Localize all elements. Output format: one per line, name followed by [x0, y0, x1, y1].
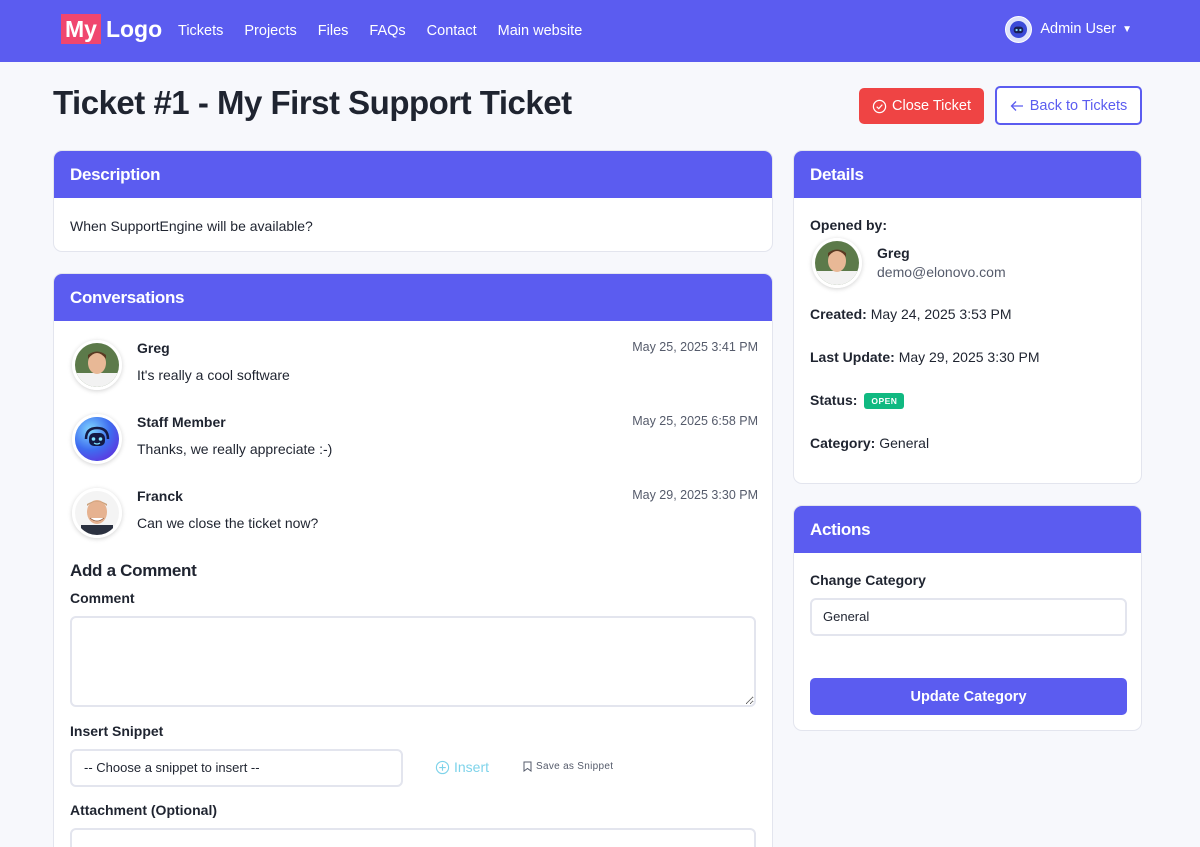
last-update-row: Last Update: May 29, 2025 3:30 PM — [810, 349, 1040, 365]
user-photo-icon — [75, 343, 119, 387]
support-bot-icon — [1010, 20, 1028, 38]
back-to-tickets-button[interactable]: Back to Tickets — [995, 86, 1142, 125]
status-badge: OPEN — [864, 393, 905, 410]
plus-circle-icon — [435, 760, 450, 774]
insert-snippet-button[interactable]: Insert — [435, 759, 489, 775]
close-ticket-button[interactable]: Close Ticket — [859, 88, 984, 124]
user-name: Admin User — [1040, 21, 1117, 37]
nav-link-files[interactable]: Files — [318, 23, 349, 39]
conversation-author: Staff Member — [137, 414, 226, 430]
conversation-author: Greg — [137, 340, 170, 356]
category-select[interactable]: General — [810, 598, 1127, 636]
last-update-label: Last Update: — [810, 349, 895, 365]
details-header: Details — [794, 151, 1141, 198]
category-label: Category: — [810, 435, 876, 451]
arrow-left-icon — [1010, 100, 1023, 111]
conversation-text: Can we close the ticket now? — [137, 515, 319, 531]
details-card: Details Opened by: Greg demo@elonovo.com… — [793, 150, 1142, 484]
conversation-item: Staff Member May 25, 2025 6:58 PM Thanks… — [54, 414, 772, 474]
created-value: May 24, 2025 3:53 PM — [870, 306, 1012, 322]
description-card: Description When SupportEngine will be a… — [53, 150, 773, 252]
insert-snippet-label: Insert Snippet — [70, 723, 164, 739]
description-header: Description — [54, 151, 772, 198]
attachment-label: Attachment (Optional) — [70, 802, 217, 818]
change-category-label: Change Category — [810, 572, 926, 588]
attachment-input[interactable] — [70, 828, 756, 847]
opener-name: Greg — [877, 245, 910, 261]
support-bot-icon — [75, 417, 119, 461]
status-row: Status: OPEN — [810, 392, 905, 410]
conversation-item: Greg May 25, 2025 3:41 PM It's really a … — [54, 340, 772, 400]
conversation-time: May 25, 2025 6:58 PM — [632, 414, 758, 428]
conversations-header: Conversations — [54, 274, 772, 321]
user-avatar — [1005, 15, 1033, 43]
nav-link-tickets[interactable]: Tickets — [178, 23, 223, 39]
opened-by-label: Opened by: — [810, 217, 888, 233]
insert-label: Insert — [454, 759, 490, 775]
conversations-card: Conversations Greg May 25, 2025 3:41 PM … — [53, 273, 773, 847]
category-row: Category: General — [810, 435, 929, 451]
logo-text: Logo — [105, 15, 163, 42]
page-title: Ticket #1 - My First Support Ticket — [53, 84, 572, 121]
snippet-select[interactable]: -- Choose a snippet to insert -- — [70, 749, 403, 787]
last-update-value: May 29, 2025 3:30 PM — [898, 349, 1040, 365]
save-as-snippet-label: Save as Snippet — [536, 761, 614, 772]
avatar — [72, 340, 122, 390]
created-row: Created: May 24, 2025 3:53 PM — [810, 306, 1012, 322]
user-photo-icon — [815, 241, 859, 285]
chevron-down-icon: ▼ — [1122, 23, 1132, 35]
back-to-tickets-label: Back to Tickets — [1029, 97, 1128, 114]
description-text: When SupportEngine will be available? — [70, 218, 313, 234]
actions-header: Actions — [794, 506, 1141, 553]
bookmark-icon — [523, 761, 532, 772]
conversation-text: It's really a cool software — [137, 367, 290, 383]
conversation-time: May 29, 2025 3:30 PM — [632, 488, 758, 502]
avatar — [72, 414, 122, 464]
nav-link-projects[interactable]: Projects — [244, 23, 296, 39]
save-as-snippet-button[interactable]: Save as Snippet — [523, 761, 613, 772]
navbar: My Logo Tickets Projects Files FAQs Cont… — [0, 0, 1200, 62]
actions-card: Actions Change Category General Update C… — [793, 505, 1142, 731]
conversation-author: Franck — [137, 488, 183, 504]
logo[interactable]: My Logo — [61, 14, 162, 44]
avatar — [72, 488, 122, 538]
avatar — [812, 238, 862, 288]
opener-email: demo@elonovo.com — [877, 264, 1006, 280]
status-label: Status: — [810, 392, 858, 408]
nav-link-main-website[interactable]: Main website — [498, 23, 583, 39]
nav-link-contact[interactable]: Contact — [427, 23, 477, 39]
user-photo-icon — [75, 491, 119, 535]
nav-link-faqs[interactable]: FAQs — [369, 23, 405, 39]
category-value: General — [879, 435, 930, 451]
comment-textarea[interactable] — [70, 616, 756, 707]
comment-label: Comment — [70, 590, 135, 606]
conversation-time: May 25, 2025 3:41 PM — [632, 340, 758, 354]
check-circle-icon — [872, 99, 887, 113]
conversation-text: Thanks, we really appreciate :-) — [137, 441, 333, 457]
nav-links: Tickets Projects Files FAQs Contact Main… — [178, 0, 603, 62]
close-ticket-label: Close Ticket — [892, 98, 971, 114]
update-category-button[interactable]: Update Category — [810, 678, 1127, 715]
user-menu[interactable]: Admin User ▼ — [1005, 15, 1132, 43]
created-label: Created: — [810, 306, 867, 322]
conversation-item: Franck May 29, 2025 3:30 PM Can we close… — [54, 488, 772, 548]
add-comment-heading: Add a Comment — [70, 561, 197, 580]
logo-my: My — [61, 14, 101, 44]
